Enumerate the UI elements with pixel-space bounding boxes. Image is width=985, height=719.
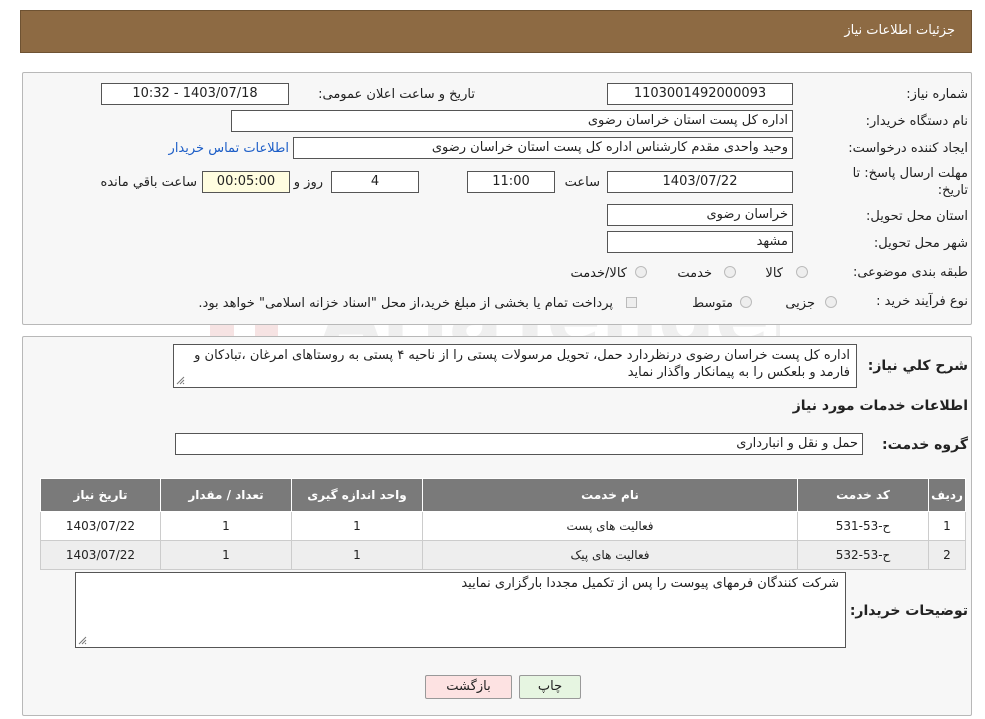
process-option-minor: جزیی: [785, 296, 815, 311]
cell-need-date: 1403/07/22: [40, 511, 161, 541]
table-row: 1 ح-53-531 فعالیت های پست 1 1 1403/07/22: [40, 511, 966, 541]
buyer-notes-label: توضیحات خریدار:: [849, 603, 968, 619]
cell-need-date: 1403/07/22: [40, 540, 161, 570]
col-need-date: تاریخ نیاز: [40, 478, 161, 512]
days-field: 4: [331, 171, 419, 193]
cell-unit: 1: [291, 540, 423, 570]
deadline-label-date: تاریخ:: [937, 183, 968, 198]
services-title: اطلاعات خدمات مورد نياز: [792, 398, 968, 414]
deadline-label: مهلت ارسال پاسخ: تا: [852, 166, 968, 181]
time-label: ساعت: [564, 175, 600, 190]
announce-field: 1403/07/18 - 10:32: [101, 83, 289, 105]
col-service-name: نام خدمت: [422, 478, 798, 512]
cell-service-code: ح-53-531: [797, 511, 929, 541]
category-radio-goods[interactable]: [796, 266, 808, 278]
back-button[interactable]: بازگشت: [425, 675, 512, 699]
table-header-row: ردیف کد خدمت نام خدمت واحد اندازه گیری ت…: [40, 478, 966, 512]
page-header: جزئیات اطلاعات نیاز: [20, 10, 972, 53]
province-field: خراسان رضوی: [607, 204, 793, 226]
description-label: شرح کلي نياز:: [867, 358, 968, 374]
cell-service-code: ح-53-532: [797, 540, 929, 570]
requester-label: ایجاد کننده درخواست:: [848, 141, 968, 156]
cell-quantity: 1: [160, 540, 292, 570]
province-label: استان محل تحویل:: [866, 209, 968, 224]
col-row-number: ردیف: [928, 478, 966, 512]
category-option-service: خدمت: [677, 266, 712, 281]
treasury-payment-checkbox[interactable]: [626, 297, 637, 308]
col-unit: واحد اندازه گیری: [291, 478, 423, 512]
col-quantity: تعداد / مقدار: [160, 478, 292, 512]
treasury-payment-note: پرداخت تمام یا بخشی از مبلغ خرید،از محل …: [198, 296, 613, 311]
cell-unit: 1: [291, 511, 423, 541]
need-number-field: 1103001492000093: [607, 83, 793, 105]
description-text: اداره کل پست خراسان رضوی درنظردارد حمل، …: [194, 348, 850, 380]
buyer-org-field: اداره کل پست استان خراسان رضوی: [231, 110, 793, 132]
cell-row-number: 1: [928, 511, 966, 541]
print-button[interactable]: چاپ: [519, 675, 581, 699]
city-label: شهر محل تحویل:: [873, 236, 968, 251]
announce-label: تاریخ و ساعت اعلان عمومی:: [318, 87, 475, 102]
need-number-label: شماره نیاز:: [906, 87, 968, 102]
buyer-contact-link[interactable]: اطلاعات تماس خریدار: [169, 141, 289, 156]
cell-row-number: 2: [928, 540, 966, 570]
col-service-code: کد خدمت: [797, 478, 929, 512]
remaining-label: ساعت باقي مانده: [100, 175, 197, 190]
remaining-time-field: 00:05:00: [202, 171, 290, 193]
table-row: 2 ح-53-532 فعالیت های پیک 1 1 1403/07/22: [40, 540, 966, 570]
category-option-goods-service: کالا/خدمت: [570, 266, 627, 281]
resize-grip-icon[interactable]: [78, 636, 87, 645]
buyer-notes-textarea: شرکت کنندگان فرمهای پیوست را پس از تکمیل…: [75, 572, 846, 648]
process-option-medium: متوسط: [692, 296, 733, 311]
deadline-time-field: 11:00: [467, 171, 555, 193]
cell-service-name: فعالیت های پست: [422, 511, 798, 541]
cell-quantity: 1: [160, 511, 292, 541]
category-option-goods: کالا: [765, 266, 783, 281]
process-radio-medium[interactable]: [740, 296, 752, 308]
category-radio-goods-service[interactable]: [635, 266, 647, 278]
requester-field: وحید واحدی مقدم کارشناس اداره کل پست است…: [293, 137, 793, 159]
deadline-date-field: 1403/07/22: [607, 171, 793, 193]
days-label: روز و: [293, 175, 323, 190]
service-group-label: گروه خدمت:: [882, 437, 968, 453]
buyer-org-label: نام دستگاه خریدار:: [865, 114, 968, 129]
service-group-field: حمل و نقل و انبارداری: [175, 433, 863, 455]
category-radio-service[interactable]: [724, 266, 736, 278]
buyer-notes-text: شرکت کنندگان فرمهای پیوست را پس از تکمیل…: [461, 576, 839, 591]
description-textarea: اداره کل پست خراسان رضوی درنظردارد حمل، …: [173, 344, 857, 388]
resize-grip-icon[interactable]: [176, 376, 185, 385]
process-label: نوع فرآیند خرید :: [876, 294, 968, 309]
services-table: ردیف کد خدمت نام خدمت واحد اندازه گیری ت…: [40, 478, 966, 570]
page-title: جزئیات اطلاعات نیاز: [844, 23, 955, 38]
category-label: طبقه بندی موضوعی:: [852, 265, 968, 280]
city-field: مشهد: [607, 231, 793, 253]
cell-service-name: فعالیت های پیک: [422, 540, 798, 570]
process-radio-minor[interactable]: [825, 296, 837, 308]
